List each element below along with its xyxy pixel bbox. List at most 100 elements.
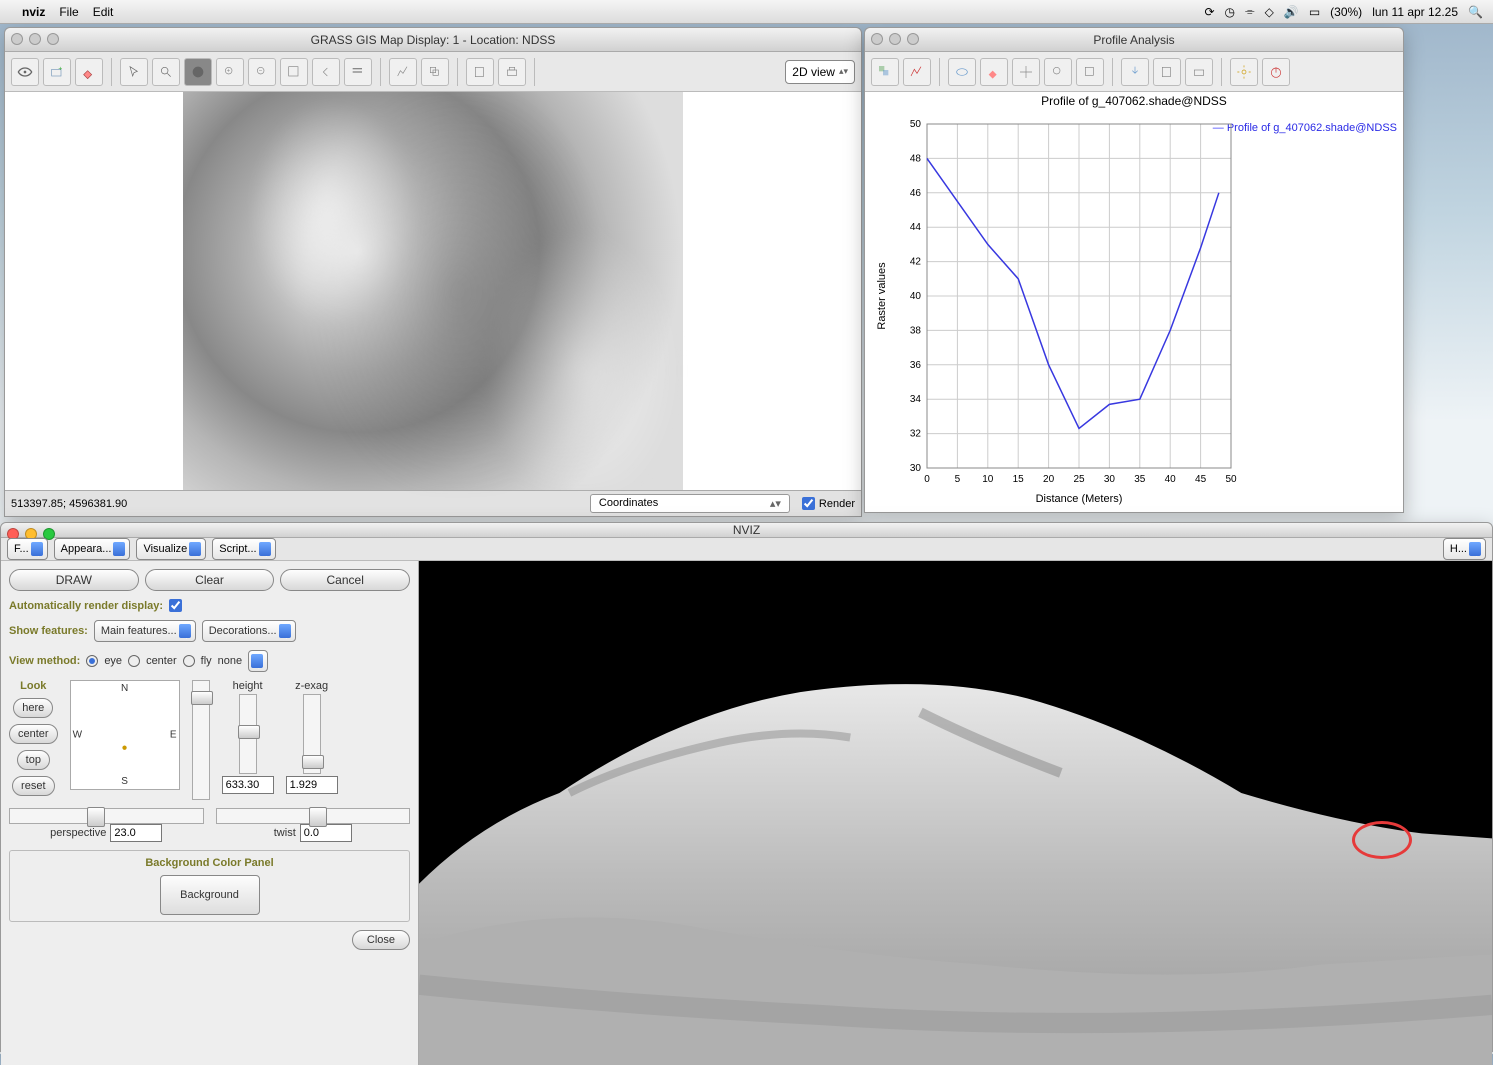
tab-script[interactable]: Script...▴▾ — [212, 538, 275, 560]
pan-icon[interactable] — [1012, 58, 1040, 86]
look-here-button[interactable]: here — [13, 698, 53, 718]
nviz-tabbar: F...▴▾ Appeara...▴▾ Visualize▴▾ Script..… — [1, 538, 1492, 561]
render-checkbox[interactable] — [802, 497, 815, 510]
analyze-icon[interactable] — [389, 58, 417, 86]
map-toolbar: + + − 2D view▴▾ — [5, 52, 861, 92]
zoom-menu-icon[interactable] — [344, 58, 372, 86]
height-input[interactable] — [222, 776, 274, 794]
main-features-select[interactable]: Main features...▴▾ — [94, 620, 196, 642]
cancel-button[interactable]: Cancel — [280, 569, 410, 591]
zexag-slider[interactable] — [303, 694, 321, 774]
compass[interactable]: N S W E ● — [70, 680, 180, 790]
print-icon[interactable] — [1185, 58, 1213, 86]
power-icon[interactable] — [1262, 58, 1290, 86]
close-button[interactable]: Close — [352, 930, 410, 950]
zexag-input[interactable] — [286, 776, 338, 794]
menu-edit[interactable]: Edit — [93, 5, 114, 19]
layer-add-icon[interactable]: + — [43, 58, 71, 86]
height-slider[interactable] — [239, 694, 257, 774]
compass-vslider[interactable] — [192, 680, 210, 800]
auto-render-label: Automatically render display: — [9, 600, 163, 612]
tab-visualize[interactable]: Visualize▴▾ — [136, 538, 206, 560]
minimize-icon[interactable] — [29, 33, 41, 45]
decorations-select[interactable]: Decorations...▴▾ — [202, 620, 296, 642]
eye-icon[interactable] — [948, 58, 976, 86]
zoom-ext-icon[interactable] — [280, 58, 308, 86]
zoom-icon[interactable] — [1044, 58, 1072, 86]
window-title: GRASS GIS Map Display: 1 - Location: NDS… — [311, 33, 556, 47]
view-select[interactable]: 2D view▴▾ — [785, 60, 855, 84]
tab-file[interactable]: F...▴▾ — [7, 538, 48, 560]
print-icon[interactable] — [498, 58, 526, 86]
volume-icon[interactable]: 🔊 — [1284, 5, 1299, 19]
wifi-icon[interactable]: ◇ — [1265, 5, 1274, 19]
query-icon[interactable] — [152, 58, 180, 86]
background-button[interactable]: Background — [160, 875, 260, 915]
zoom-out-icon[interactable]: − — [248, 58, 276, 86]
menu-file[interactable]: File — [59, 5, 78, 19]
tab-help[interactable]: H...▴▾ — [1443, 538, 1486, 560]
export-icon[interactable] — [1121, 58, 1149, 86]
svg-text:25: 25 — [1073, 474, 1085, 485]
terrain-3d-view[interactable] — [419, 561, 1492, 1065]
close-icon[interactable] — [11, 33, 23, 45]
settings-icon[interactable] — [1230, 58, 1258, 86]
app-menu[interactable]: nviz — [22, 5, 45, 19]
draw-profile-icon[interactable] — [903, 58, 931, 86]
clock-icon[interactable]: ◷ — [1225, 5, 1235, 19]
draw-button[interactable]: DRAW — [9, 569, 139, 591]
tab-appearance[interactable]: Appeara...▴▾ — [54, 538, 131, 560]
look-center-button[interactable]: center — [9, 724, 58, 744]
pointer-icon[interactable] — [120, 58, 148, 86]
overlay-icon[interactable] — [421, 58, 449, 86]
titlebar-nviz[interactable]: NVIZ — [1, 523, 1492, 538]
save-icon[interactable] — [466, 58, 494, 86]
twist-slider[interactable] — [216, 808, 411, 824]
zoom-in-icon[interactable]: + — [216, 58, 244, 86]
auto-render-checkbox[interactable] — [169, 599, 182, 612]
map-canvas[interactable] — [5, 92, 861, 490]
minimize-icon[interactable] — [889, 33, 901, 45]
save-icon[interactable] — [1153, 58, 1181, 86]
spotlight-icon[interactable]: 🔍 — [1468, 5, 1483, 19]
bluetooth-icon[interactable]: ⌯ — [1245, 4, 1255, 19]
look-reset-button[interactable]: reset — [12, 776, 54, 796]
svg-text:Distance (Meters): Distance (Meters) — [1036, 493, 1123, 505]
close-icon[interactable] — [871, 33, 883, 45]
eye-icon[interactable] — [11, 58, 39, 86]
menubar-clock: lun 11 apr 12.25 — [1372, 5, 1458, 19]
svg-text:−: − — [259, 68, 263, 74]
radio-eye[interactable] — [86, 655, 98, 667]
zoom-icon[interactable] — [47, 33, 59, 45]
annotation-circle — [1352, 821, 1412, 859]
height-label: height — [233, 680, 263, 692]
titlebar-profile[interactable]: Profile Analysis — [865, 28, 1403, 52]
perspective-input[interactable] — [110, 824, 162, 842]
transect-icon[interactable] — [871, 58, 899, 86]
look-top-button[interactable]: top — [17, 750, 50, 770]
zoom-back-icon[interactable] — [312, 58, 340, 86]
zoom-rect-icon[interactable] — [1076, 58, 1104, 86]
battery-icon[interactable]: ▭ — [1309, 5, 1320, 19]
zexag-label: z-exag — [295, 680, 328, 692]
profile-toolbar — [865, 52, 1403, 92]
view-method-menu[interactable]: ▴▾ — [248, 650, 268, 672]
clear-button[interactable]: Clear — [145, 569, 275, 591]
svg-text:44: 44 — [910, 222, 922, 233]
svg-text:+: + — [58, 65, 62, 72]
radio-center[interactable] — [128, 655, 140, 667]
perspective-slider[interactable] — [9, 808, 204, 824]
radio-fly[interactable] — [183, 655, 195, 667]
zoom-icon[interactable] — [907, 33, 919, 45]
erase-icon[interactable] — [75, 58, 103, 86]
titlebar-map-display[interactable]: GRASS GIS Map Display: 1 - Location: NDS… — [5, 28, 861, 52]
compass-s: S — [121, 776, 128, 787]
erase-icon[interactable] — [980, 58, 1008, 86]
svg-text:48: 48 — [910, 153, 922, 164]
status-select[interactable]: Coordinates▴▾ — [590, 494, 790, 513]
radio-eye-label: eye — [104, 655, 122, 667]
sync-icon[interactable]: ⟳ — [1204, 5, 1214, 19]
svg-text:34: 34 — [910, 394, 922, 405]
perspective-label: perspective — [50, 827, 106, 839]
pan-icon[interactable] — [184, 58, 212, 86]
